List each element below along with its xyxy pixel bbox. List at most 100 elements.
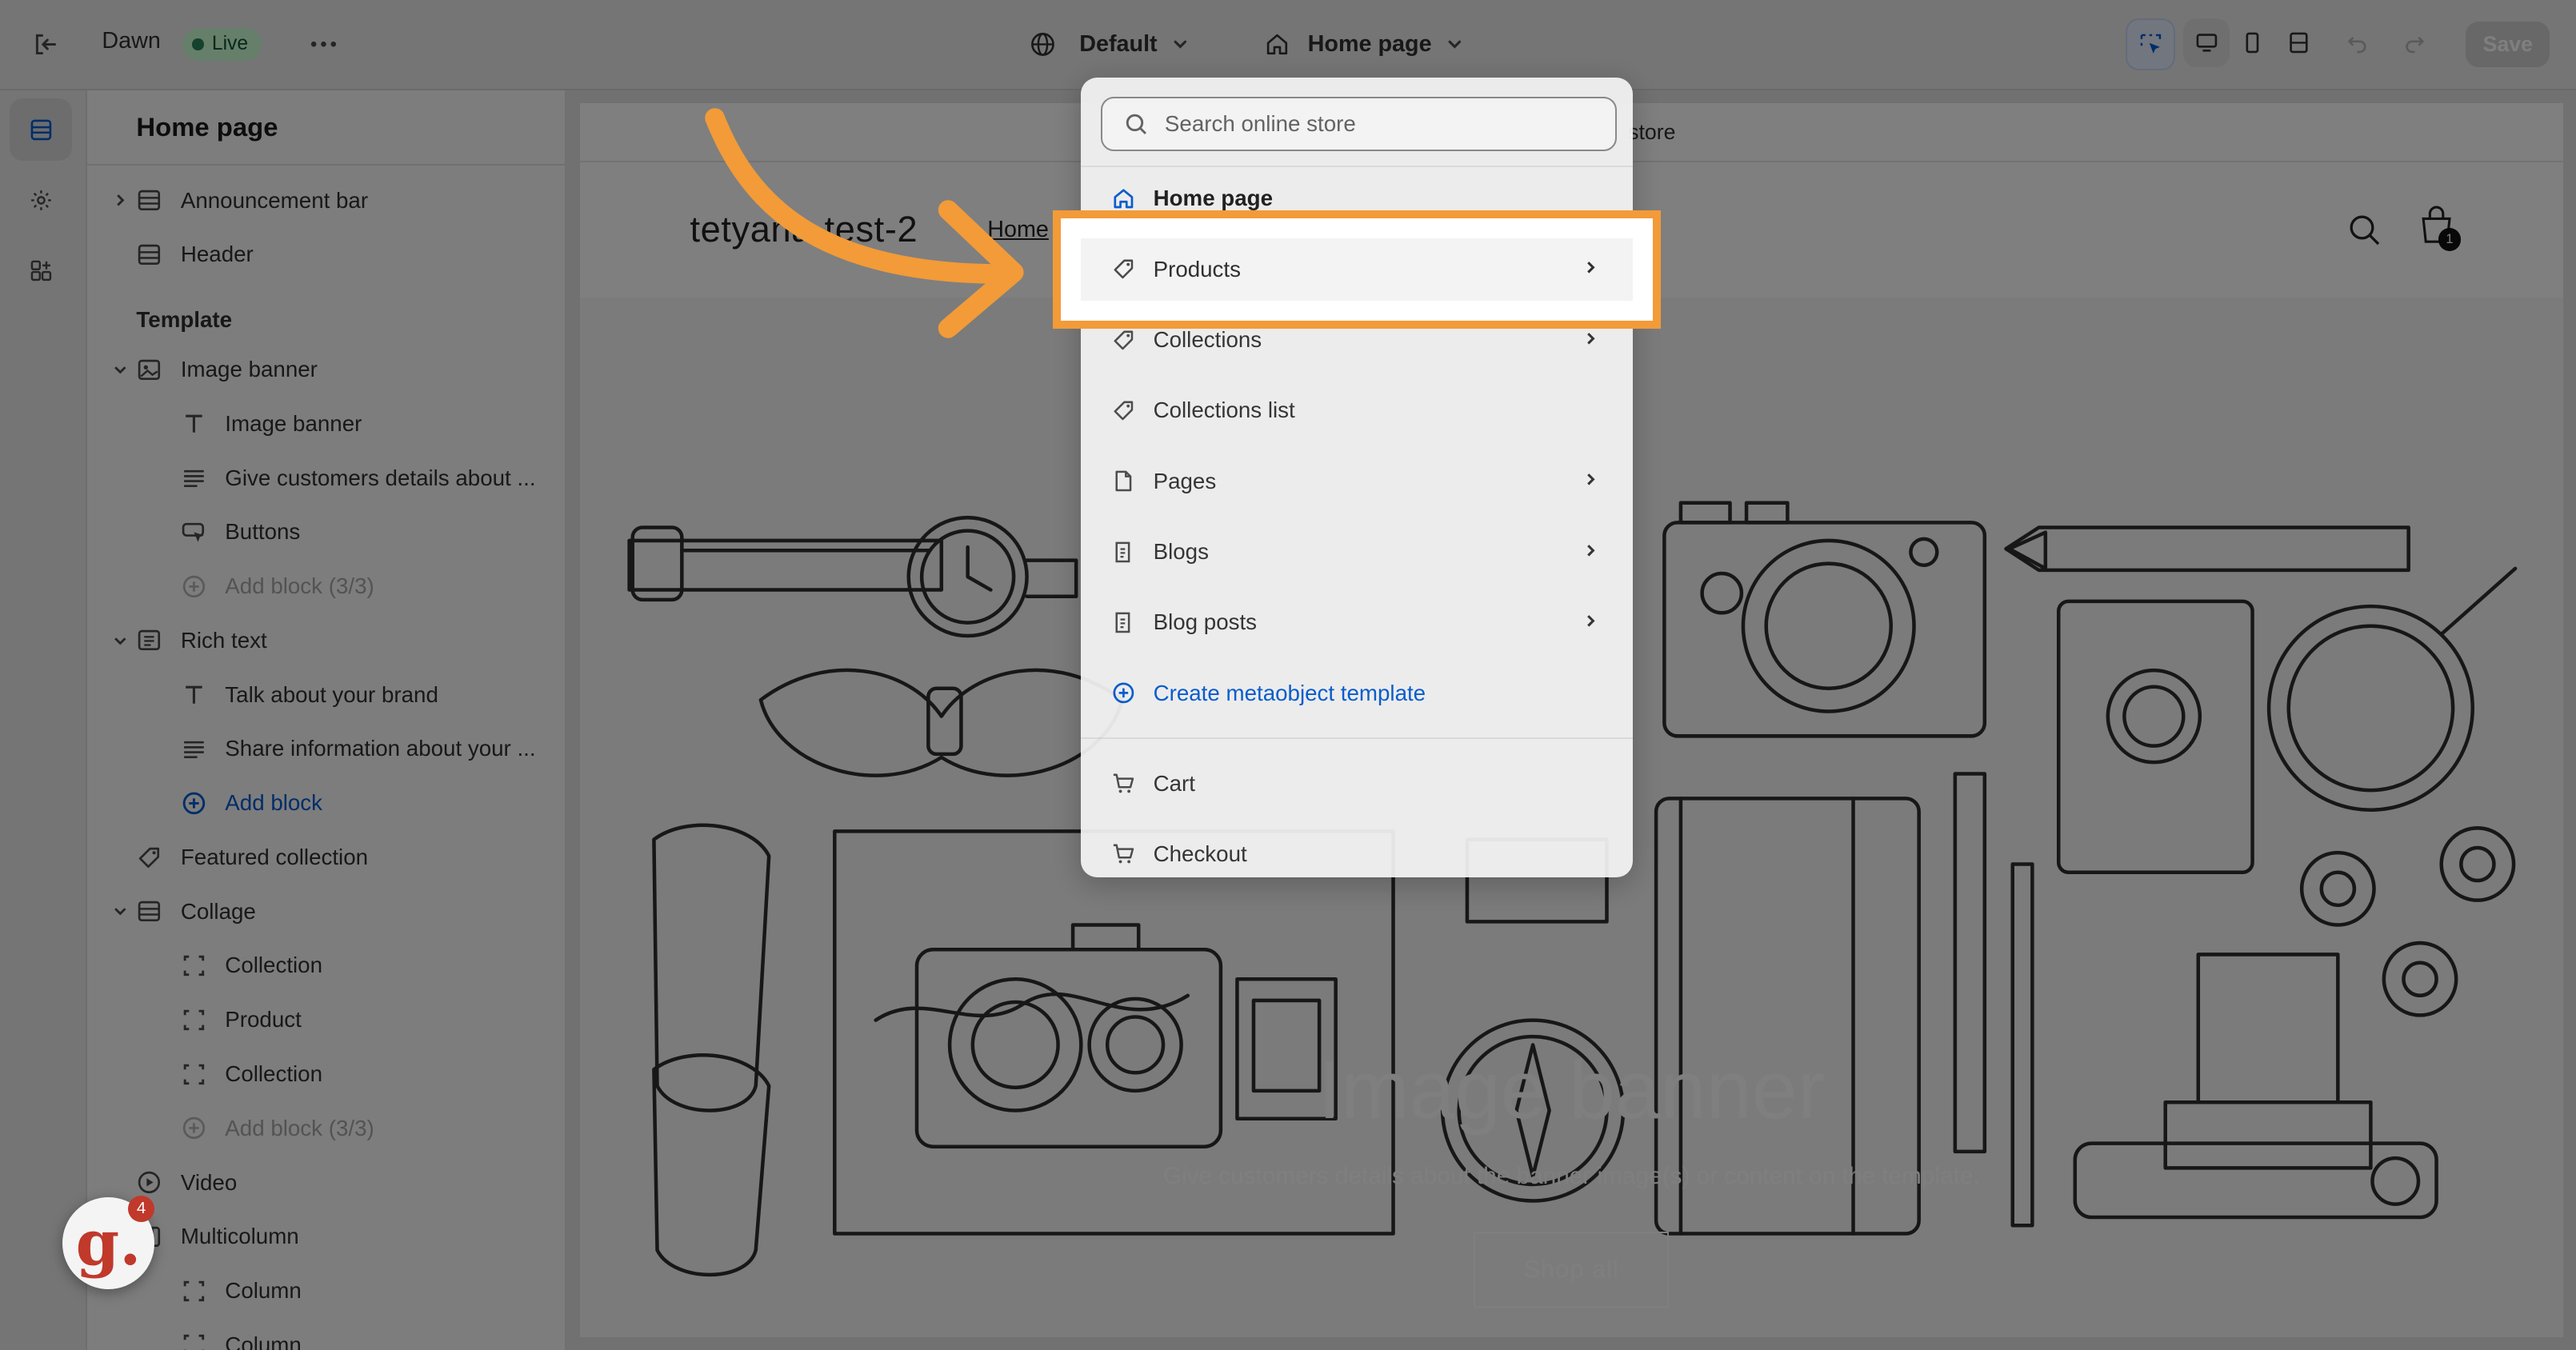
live-dot: [192, 38, 204, 50]
menu-item-checkout[interactable]: Checkout: [1081, 821, 1633, 877]
cart-icon: [1110, 770, 1137, 797]
tree-label: Product: [225, 1007, 302, 1032]
tree-label: Image banner: [225, 410, 362, 436]
save-button[interactable]: Save: [2466, 21, 2550, 68]
inspector-toggle[interactable]: [2126, 18, 2175, 71]
tree-label: Video: [180, 1169, 238, 1195]
menu-item-label: Blogs: [1153, 538, 1209, 564]
menu-item-pages[interactable]: Pages: [1081, 449, 1633, 514]
tag-icon: [1110, 327, 1137, 353]
section-collage[interactable]: Collage: [114, 887, 256, 937]
exit-button[interactable]: [30, 28, 62, 61]
chevron-right-icon: [1586, 473, 1595, 485]
top-bar: Dawn Live Default Home page Save: [0, 0, 2576, 90]
block-text[interactable]: Give customers details about ...: [181, 453, 536, 503]
more-actions-button[interactable]: [306, 26, 342, 62]
theme-name: Dawn: [102, 27, 161, 54]
page-icon: [1110, 468, 1137, 494]
search-icon[interactable]: [2346, 212, 2382, 248]
exit-icon: [35, 34, 57, 54]
add-block-button[interactable]: Add block (3/3): [181, 561, 374, 611]
menu-item-label: Create metaobject template: [1153, 680, 1426, 705]
section-multicolumn[interactable]: Multicolumn: [136, 1212, 299, 1262]
tag-icon: [1110, 397, 1137, 424]
menu-item-label: Cart: [1153, 770, 1195, 796]
page-selector[interactable]: Home page: [1263, 23, 1464, 66]
block-heading[interactable]: Image banner: [181, 399, 362, 449]
notification-count-badge: 4: [128, 1196, 155, 1222]
menu-item-collections-list[interactable]: Collections list: [1081, 377, 1633, 443]
section-image-banner[interactable]: Image banner: [114, 345, 318, 394]
block-text[interactable]: Share information about your ...: [181, 725, 536, 774]
apps-rail-button[interactable]: [10, 240, 72, 302]
mobile-view-button[interactable]: [2230, 18, 2276, 68]
add-block-button[interactable]: Add block (3/3): [181, 1104, 374, 1153]
tree-label: Add block (3/3): [225, 573, 374, 599]
tree-label: Multicolumn: [180, 1224, 299, 1249]
redo-button[interactable]: [2392, 18, 2438, 68]
live-badge: Live: [182, 27, 262, 61]
search-placeholder: Search online store: [1164, 110, 1356, 136]
menu-item-blog-posts[interactable]: Blog posts: [1081, 589, 1633, 655]
chevron-down-icon[interactable]: [110, 901, 130, 921]
mobile-icon: [2246, 32, 2259, 54]
menu-item-label: Blog posts: [1153, 609, 1258, 635]
desktop-view-button[interactable]: [2183, 18, 2230, 68]
chevron-right-icon[interactable]: [110, 190, 130, 210]
section-announcement-bar[interactable]: Announcement bar: [116, 176, 368, 226]
menu-item-cart[interactable]: Cart: [1081, 750, 1633, 816]
undo-button[interactable]: [2334, 18, 2381, 68]
home-icon: [1267, 34, 1288, 55]
sections-rail-button[interactable]: [10, 98, 73, 162]
menu-item-label: Products: [1153, 256, 1241, 282]
section-rich-text[interactable]: Rich text: [114, 616, 267, 665]
tree-label: Collection: [225, 953, 323, 978]
chevron-down-icon: [1448, 40, 1462, 49]
add-block-button[interactable]: Add block: [181, 778, 322, 828]
block-collection[interactable]: Collection: [181, 941, 322, 991]
page-selector-label: Home page: [1307, 30, 1432, 57]
search-input[interactable]: Search online store: [1100, 97, 1617, 151]
block-heading[interactable]: Talk about your brand: [181, 670, 438, 720]
rich-text-icon: [136, 627, 162, 653]
announcement-text: store: [1628, 119, 1676, 144]
menu-item-label: Checkout: [1153, 841, 1247, 866]
menu-item-blogs[interactable]: Blogs: [1081, 519, 1633, 585]
cart-count-badge: 1: [2438, 228, 2462, 252]
chevron-down-icon[interactable]: [110, 360, 130, 380]
sidebar-title: Home page: [136, 111, 278, 142]
chevron-right-icon: [1586, 544, 1595, 557]
chevron-down-icon: [1174, 40, 1187, 49]
chevron-right-icon: [1586, 332, 1595, 345]
paragraph-icon: [181, 465, 207, 491]
menu-item-products[interactable]: Products: [1081, 238, 1634, 301]
section-featured-collection[interactable]: Featured collection: [136, 833, 368, 882]
banner-title: Image banner: [1318, 1044, 1826, 1136]
frame-icon: [181, 1007, 207, 1033]
block-column[interactable]: Column: [181, 1266, 302, 1316]
cart-icon: [1110, 841, 1137, 867]
blog-icon: [1110, 609, 1137, 636]
tree-label: Share information about your ...: [225, 736, 536, 761]
block-column[interactable]: Column: [181, 1320, 302, 1350]
ellipsis-icon: [310, 42, 337, 47]
section-header[interactable]: Header: [136, 230, 254, 279]
menu-item-label: Collections: [1153, 327, 1262, 353]
block-collection[interactable]: Collection: [181, 1049, 322, 1099]
block-buttons[interactable]: Buttons: [181, 508, 300, 557]
paragraph-icon: [181, 736, 207, 762]
shop-all-button[interactable]: Shop all: [1474, 1232, 1670, 1308]
text-icon: [181, 681, 207, 708]
cart-button[interactable]: 1: [2418, 206, 2462, 255]
settings-rail-button[interactable]: [10, 170, 72, 232]
tree-label: Featured collection: [180, 844, 369, 869]
globe-icon: [1030, 33, 1054, 56]
menu-item-create-metaobject-template[interactable]: Create metaobject template: [1081, 661, 1633, 726]
block-product[interactable]: Product: [181, 995, 302, 1044]
tree-label: Header: [180, 242, 254, 267]
theme-selector[interactable]: Default: [1029, 23, 1190, 66]
left-rail: [0, 90, 87, 1350]
gear-icon: [31, 190, 51, 210]
chevron-down-icon[interactable]: [110, 631, 130, 651]
fullscreen-button[interactable]: [2275, 18, 2322, 68]
